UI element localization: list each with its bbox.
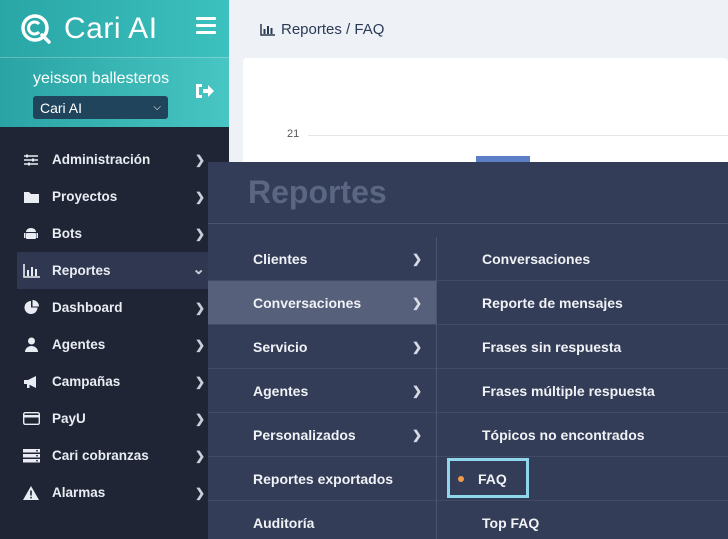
report-link-label: Conversaciones — [482, 250, 591, 267]
sidebar-item-label: Bots — [52, 226, 82, 241]
submenu-item-auditoría[interactable]: Auditoría — [208, 501, 436, 539]
card-icon — [22, 411, 40, 427]
breadcrumb-text: Reportes / FAQ — [281, 21, 385, 38]
bar-chart-icon — [22, 263, 40, 279]
chevron-right-icon: ❯ — [194, 300, 205, 315]
report-link-tópicos-no-encontrados[interactable]: Tópicos no encontrados — [437, 413, 728, 457]
user-icon — [22, 337, 40, 353]
chevron-right-icon: ❯ — [194, 448, 205, 463]
report-link-label: Tópicos no encontrados — [482, 426, 645, 443]
pie-chart-icon — [22, 300, 40, 316]
sidebar-item-label: Administración — [52, 152, 151, 167]
submenu-item-servicio[interactable]: Servicio ❯ — [208, 325, 436, 369]
submenu-item-label: Auditoría — [253, 514, 315, 531]
bar-chart-icon — [260, 23, 275, 36]
server-icon — [22, 448, 40, 464]
sidebar-item-label: Campañas — [52, 374, 121, 389]
sidebar-item-proyectos[interactable]: Proyectos ❯ — [0, 178, 229, 215]
chevron-right-icon: ❯ — [411, 251, 422, 266]
warning-icon — [22, 485, 40, 501]
sidebar-item-agentes[interactable]: Agentes ❯ — [0, 326, 229, 363]
cari-logo-icon — [21, 13, 51, 44]
sidebar: Cari AI yeisson ballesteros Cari AI ⌵ Ad… — [0, 0, 229, 539]
top-header: Reportes / FAQ — [229, 0, 728, 57]
submenu-left-column: Clientes ❯ Conversaciones ❯ Servicio ❯ Agentes… — [208, 237, 436, 539]
sidebar-item-label: Proyectos — [52, 189, 118, 204]
logout-icon[interactable] — [194, 82, 214, 100]
chevron-right-icon: ❯ — [194, 374, 205, 389]
chart-card: 21 — [243, 58, 728, 168]
report-link-reporte-de-mensajes[interactable]: Reporte de mensajes — [437, 281, 728, 325]
megaphone-icon — [22, 374, 40, 390]
chevron-right-icon: ❯ — [411, 339, 422, 354]
submenu-item-label: Conversaciones — [253, 294, 362, 311]
user-name: yeisson ballesteros — [33, 70, 170, 87]
sidebar-item-label: Reportes — [52, 263, 111, 278]
submenu-item-agentes[interactable]: Agentes ❯ — [208, 369, 436, 413]
report-link-label: Frases múltiple respuesta — [482, 382, 655, 399]
submenu-item-reportes-exportados[interactable]: Reportes exportados — [208, 457, 436, 501]
mega-menu-title: Reportes — [248, 174, 387, 210]
submenu-item-clientes[interactable]: Clientes ❯ — [208, 237, 436, 281]
org-select-value: Cari AI — [40, 99, 83, 116]
report-link-conversaciones[interactable]: Conversaciones — [437, 237, 728, 281]
sliders-icon — [22, 152, 40, 168]
hamburger-menu-icon[interactable] — [196, 17, 216, 35]
report-link-frases-múltiple-respuesta[interactable]: Frases múltiple respuesta — [437, 369, 728, 413]
chevron-right-icon: ❯ — [411, 383, 422, 398]
active-dot-icon — [458, 476, 464, 482]
sidebar-item-label: Alarmas — [52, 485, 106, 500]
grid-line — [308, 135, 728, 136]
user-panel: yeisson ballesteros Cari AI ⌵ — [0, 57, 229, 127]
chevron-right-icon: ❯ — [194, 485, 205, 500]
report-link-label: Reporte de mensajes — [482, 294, 623, 311]
brand-header: Cari AI — [0, 0, 229, 57]
sidebar-item-dashboard[interactable]: Dashboard ❯ — [0, 289, 229, 326]
chevron-right-icon: ❯ — [194, 411, 205, 426]
sidebar-item-bots[interactable]: Bots ❯ — [0, 215, 229, 252]
report-link-label: Frases sin respuesta — [482, 338, 622, 355]
report-link-frases-sin-respuesta[interactable]: Frases sin respuesta — [437, 325, 728, 369]
submenu-item-label: Clientes — [253, 250, 308, 267]
divider — [208, 223, 728, 224]
folder-icon — [22, 189, 40, 205]
sidebar-item-cari-cobranzas[interactable]: Cari cobranzas ❯ — [0, 437, 229, 474]
submenu-item-label: Agentes — [253, 382, 309, 399]
submenu-item-label: Reportes exportados — [253, 470, 394, 487]
sidebar-item-label: Cari cobranzas — [52, 448, 149, 463]
sidebar-item-label: Agentes — [52, 337, 106, 352]
chevron-right-icon: ❯ — [194, 226, 205, 241]
android-icon — [22, 226, 40, 242]
chevron-right-icon: ❯ — [194, 189, 205, 204]
sidebar-item-alarmas[interactable]: Alarmas ❯ — [0, 474, 229, 511]
submenu-item-personalizados[interactable]: Personalizados ❯ — [208, 413, 436, 457]
sidebar-item-label: Dashboard — [52, 300, 123, 315]
sidebar-item-administración[interactable]: Administración ❯ — [0, 141, 229, 178]
submenu-item-label: Personalizados — [253, 426, 356, 443]
sidebar-item-reportes[interactable]: Reportes ⌄ — [17, 252, 229, 289]
sidebar-item-payu[interactable]: PayU ❯ — [0, 400, 229, 437]
chevron-right-icon: ❯ — [194, 152, 205, 167]
chevron-right-icon: ❯ — [411, 427, 422, 442]
chevron-down-icon: ⌵ — [153, 102, 161, 113]
report-link-label: Top FAQ — [482, 514, 540, 531]
submenu-item-label: Servicio — [253, 338, 308, 355]
org-select[interactable]: Cari AI ⌵ — [33, 96, 168, 119]
chevron-right-icon: ❯ — [411, 295, 422, 310]
sidebar-nav: Administración ❯ Proyectos ❯ Bots ❯ Reportes ⌄ D… — [0, 141, 229, 511]
report-link-top-faq[interactable]: Top FAQ — [437, 501, 728, 539]
y-tick-label: 21 — [287, 128, 300, 140]
chevron-down-icon: ⌄ — [192, 261, 205, 278]
sidebar-item-label: PayU — [52, 411, 86, 426]
brand-name: Cari AI — [64, 11, 158, 45]
breadcrumb: Reportes / FAQ — [260, 21, 384, 38]
submenu-item-conversaciones[interactable]: Conversaciones ❯ — [208, 281, 436, 325]
sidebar-item-campañas[interactable]: Campañas ❯ — [0, 363, 229, 400]
chevron-right-icon: ❯ — [194, 337, 205, 352]
